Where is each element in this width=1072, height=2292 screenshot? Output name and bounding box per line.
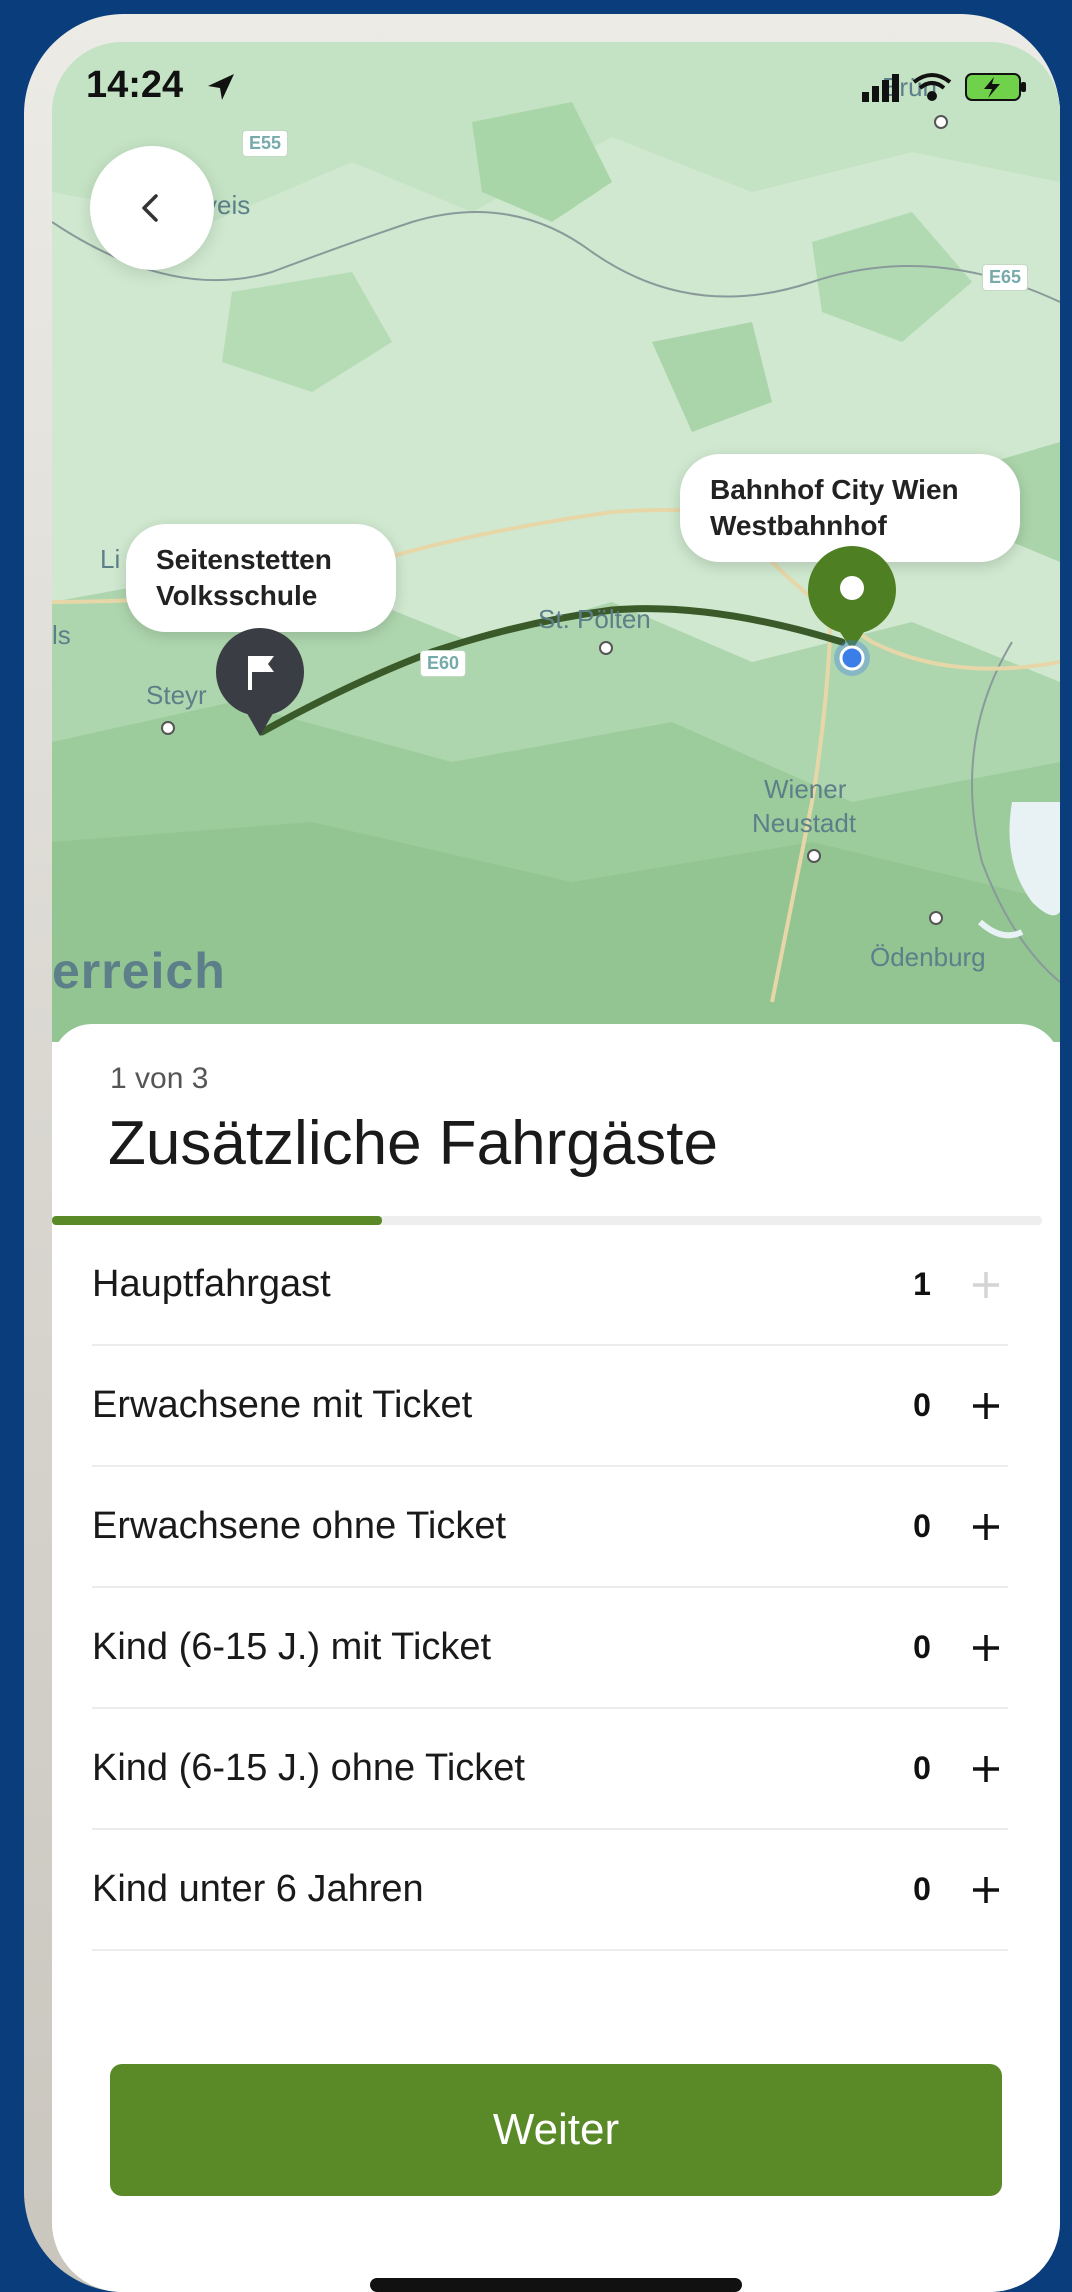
start-callout[interactable]: Seitenstetten Volksschule: [126, 524, 396, 632]
status-time: 14:24: [86, 64, 184, 106]
status-bar: 14:24: [52, 42, 1060, 132]
back-button[interactable]: [90, 146, 214, 270]
passenger-list: Hauptfahrgast 1 Erwachsene mit Ticket 0 …: [92, 1225, 1008, 1951]
map-label-steyr: Steyr: [146, 680, 207, 710]
passenger-label: Kind (6-15 J.) mit Ticket: [92, 1626, 492, 1668]
passenger-count: 0: [913, 1508, 931, 1544]
plus-icon: [973, 1634, 999, 1661]
plus-icon: [973, 1513, 999, 1540]
chevron-left-icon: [142, 194, 158, 222]
passenger-row-adult-with-ticket: Erwachsene mit Ticket 0: [92, 1346, 1008, 1467]
plus-icon: [973, 1271, 999, 1298]
plus-icon: [973, 1876, 999, 1903]
road-shield-e55: E55: [242, 130, 289, 157]
location-pin-icon[interactable]: [802, 546, 902, 676]
passenger-row-child-under-6: Kind unter 6 Jahren 0: [92, 1830, 1008, 1951]
map-label-st-poelten: St. Pölten: [538, 604, 651, 634]
progress-bar: [52, 1216, 1042, 1225]
passenger-label: Erwachsene ohne Ticket: [92, 1505, 507, 1547]
plus-button[interactable]: [964, 1384, 1008, 1428]
step-indicator: 1 von 3: [110, 1062, 209, 1095]
destination-callout-line2: Westbahnhof: [710, 510, 887, 541]
start-callout-line1: Seitenstetten: [156, 544, 332, 575]
signal-icon: [862, 74, 899, 102]
flag-pin-icon[interactable]: [210, 628, 310, 748]
passenger-sheet: 1 von 3 Zusätzliche Fahrgäste Hauptfahrg…: [52, 1024, 1060, 2292]
road-shield-e60: E60: [420, 650, 467, 677]
passenger-count: 1: [913, 1266, 931, 1302]
location-arrow-icon: [208, 74, 234, 100]
page-title: Zusätzliche Fahrgäste: [108, 1109, 718, 1178]
plus-button[interactable]: [964, 1747, 1008, 1791]
plus-button[interactable]: [964, 1263, 1008, 1307]
passenger-label: Erwachsene mit Ticket: [92, 1384, 473, 1426]
start-callout-line2: Volksschule: [156, 580, 318, 611]
passenger-count: 0: [913, 1629, 931, 1665]
battery-icon: [965, 73, 1026, 101]
map-label-wiener-neustadt-2: Neustadt: [752, 808, 857, 838]
plus-button[interactable]: [964, 1626, 1008, 1670]
passenger-row-child-with-ticket: Kind (6-15 J.) mit Ticket 0: [92, 1588, 1008, 1709]
passenger-count: 0: [913, 1871, 931, 1907]
continue-button[interactable]: Weiter: [110, 2064, 1002, 2196]
destination-callout-line1: Bahnhof City Wien: [710, 474, 959, 505]
passenger-label: Hauptfahrgast: [92, 1263, 331, 1305]
passenger-label: Kind unter 6 Jahren: [92, 1868, 424, 1910]
passenger-label: Kind (6-15 J.) ohne Ticket: [92, 1747, 525, 1789]
phone-screen: E55 E65 E60 veis Li ls Steyr St. Pölten …: [52, 42, 1060, 2292]
passenger-count: 0: [913, 1387, 931, 1423]
map-label-odenburg: Ödenburg: [870, 942, 986, 972]
progress-fill: [52, 1216, 382, 1225]
plus-button[interactable]: [964, 1505, 1008, 1549]
passenger-row-child-without-ticket: Kind (6-15 J.) ohne Ticket 0: [92, 1709, 1008, 1830]
road-shield-e65: E65: [982, 264, 1029, 291]
passenger-row-adult-without-ticket: Erwachsene ohne Ticket 0: [92, 1467, 1008, 1588]
map-label-wiener-neustadt-1: Wiener: [764, 774, 847, 804]
status-icons: [862, 73, 1026, 102]
plus-icon: [973, 1392, 999, 1419]
map-label-country: erreich: [52, 943, 226, 999]
wifi-icon: [912, 73, 952, 101]
passenger-row-main: Hauptfahrgast 1: [92, 1225, 1008, 1346]
plus-button[interactable]: [964, 1868, 1008, 1912]
map-label-linz: Li: [100, 544, 121, 574]
home-indicator[interactable]: [370, 2278, 742, 2292]
passenger-count: 0: [913, 1750, 931, 1786]
plus-icon: [973, 1755, 999, 1782]
map-label-wels: ls: [52, 620, 71, 650]
